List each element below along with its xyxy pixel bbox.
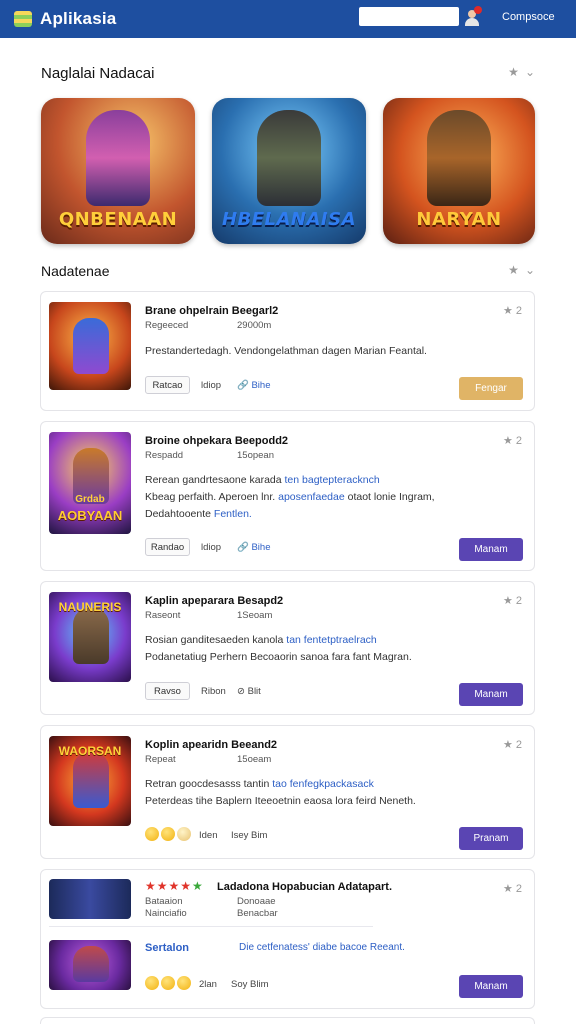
list-section-header: Nadatenae ★ ⌄ <box>41 262 535 280</box>
favorite-star[interactable]: ★ 2 <box>503 738 522 751</box>
card-description: Die cetfenatess' diabe bacoe Reeant. <box>239 942 405 953</box>
card-action-button[interactable]: Pranam <box>459 827 523 850</box>
link-icon[interactable]: 🔗 Bihe <box>237 380 270 391</box>
chevron-down-icon[interactable]: ⌄ <box>525 263 535 277</box>
card-action-button[interactable]: Fengar <box>459 377 523 400</box>
notification-dot <box>474 6 482 14</box>
card-meta: Nainciafio <box>145 908 187 919</box>
featured-title: QNBENAAN <box>58 209 178 230</box>
next-list-item <box>40 1017 535 1024</box>
favorite-star[interactable]: ★ 2 <box>503 882 522 895</box>
card-description: Prestandertedagh. Vendongelathman dagen … <box>145 345 427 357</box>
favorite-star[interactable]: ★ 2 <box>503 434 522 447</box>
card-action-button[interactable]: Manam <box>459 975 523 998</box>
rating-stars: ★★★★★ <box>145 879 204 893</box>
featured-game-card[interactable]: HBELANAISA <box>212 98 366 244</box>
list-item[interactable]: WAORSAN Koplin apearidn Beeand2 Repeat 1… <box>40 725 535 859</box>
card-meta: Raseont <box>145 610 181 621</box>
app-logo-icon[interactable] <box>14 11 32 27</box>
card-description: Peterdeas tihe Baplern Iteeoetnin eaosa … <box>145 795 416 807</box>
card-meta: 1Seoam <box>237 610 273 621</box>
category-chip[interactable]: Ratcao <box>145 376 190 394</box>
card-stat: Isey Bim <box>231 830 268 841</box>
list-item[interactable]: ★★★★★ Ladadona Hopabucian Adatapart. Bat… <box>40 869 535 1009</box>
link-icon[interactable]: 🔗 Bihe <box>237 542 270 553</box>
coin-icon <box>145 976 159 990</box>
coin-icon <box>161 976 175 990</box>
card-meta: 15opean <box>237 450 274 461</box>
card-action-button[interactable]: Manam <box>459 683 523 706</box>
card-description: Rerean gandrtesaone karada ten bagtepter… <box>145 474 380 486</box>
game-thumbnail[interactable]: NAUNERIS <box>49 592 131 682</box>
card-title[interactable]: Koplin apearidn Beeand2 <box>145 739 277 751</box>
coin-icon <box>161 827 175 841</box>
character-image <box>257 110 321 206</box>
user-avatar-icon[interactable] <box>462 6 482 26</box>
card-title[interactable]: Kaplin apeparara Besapd2 <box>145 595 283 607</box>
category-chip[interactable]: Ravso <box>145 682 190 700</box>
featured-title: HBELANAISA <box>221 209 357 230</box>
card-description: Kbeag perfaith. Aperoen lnr. aposenfaeda… <box>145 491 435 503</box>
character-image <box>86 110 150 206</box>
card-stat: Iden <box>199 830 218 841</box>
featured-title: NARYAN <box>416 209 502 230</box>
featured-game-card[interactable]: QNBENAAN <box>41 98 195 244</box>
star-icon[interactable]: ★ <box>508 65 519 79</box>
section-title: Nadatenae <box>41 263 110 279</box>
top-bar: Aplikasia <box>0 0 576 38</box>
card-meta: 29000m <box>237 320 272 331</box>
card-meta: Regeeced <box>145 320 189 331</box>
section-title: Naglalai Nadacai <box>41 64 155 82</box>
favorite-star[interactable]: ★ 2 <box>503 304 522 317</box>
card-stat: ldiop <box>201 380 222 391</box>
card-title[interactable]: Ladadona Hopabucian Adatapart. <box>217 881 392 893</box>
card-title[interactable]: Brane ohpelrain Beegarl2 <box>145 305 278 317</box>
link-icon[interactable]: ⊘ Blit <box>237 686 261 697</box>
chevron-down-icon[interactable]: ⌄ <box>525 65 535 79</box>
game-thumbnail[interactable] <box>49 879 131 919</box>
coin-icon <box>177 976 191 990</box>
card-meta: Donoaae <box>237 896 276 907</box>
card-description: Retran goocdesasss tantin tao fenfegkpac… <box>145 778 374 790</box>
coin-icon <box>145 827 159 841</box>
card-meta: Respadd <box>145 450 184 461</box>
list-item[interactable]: Grdab AOBYAAN Broine ohpekara Beepodd2 R… <box>40 421 535 571</box>
featured-section-header: Naglalai Nadacai ★ ⌄ <box>41 64 535 82</box>
card-title[interactable]: Broine ohpekara Beepodd2 <box>145 435 288 447</box>
divider <box>49 926 373 927</box>
card-description: Podanetatiug Perhern Becoaorin sanoa far… <box>145 651 412 663</box>
featured-game-card[interactable]: NARYAN <box>383 98 535 244</box>
card-meta: Repeat <box>145 754 176 765</box>
top-link[interactable]: Compsoce <box>502 11 555 23</box>
game-thumbnail[interactable] <box>49 940 131 990</box>
card-subtitle[interactable]: Sertalon <box>145 942 189 954</box>
category-chip[interactable]: Randao <box>145 538 190 556</box>
game-thumbnail[interactable]: Grdab AOBYAAN <box>49 432 131 534</box>
list-item[interactable]: Brane ohpelrain Beegarl2 Regeeced 29000m… <box>40 291 535 411</box>
character-image <box>427 110 491 206</box>
card-stat: 2lan <box>199 979 217 990</box>
card-stat: Soy Blim <box>231 979 269 990</box>
card-meta: 15oeam <box>237 754 272 765</box>
card-description: Dedahtooente Fentlen. <box>145 508 252 520</box>
star-icon[interactable]: ★ <box>508 263 519 277</box>
list-item[interactable]: NAUNERIS Kaplin apeparara Besapd2 Raseon… <box>40 581 535 715</box>
coin-icon <box>177 827 191 841</box>
card-stat: Ribon <box>201 686 226 697</box>
favorite-star[interactable]: ★ 2 <box>503 594 522 607</box>
app-title: Aplikasia <box>40 9 117 28</box>
card-stat: ldiop <box>201 542 222 553</box>
search-input[interactable] <box>359 7 459 26</box>
game-thumbnail[interactable] <box>49 302 131 390</box>
card-action-button[interactable]: Manam <box>459 538 523 561</box>
card-meta: Bataaion <box>145 896 183 907</box>
card-description: Rosian ganditesaeden kanola tan fentetpt… <box>145 634 377 646</box>
game-thumbnail[interactable]: WAORSAN <box>49 736 131 826</box>
card-meta: Benacbar <box>237 908 278 919</box>
